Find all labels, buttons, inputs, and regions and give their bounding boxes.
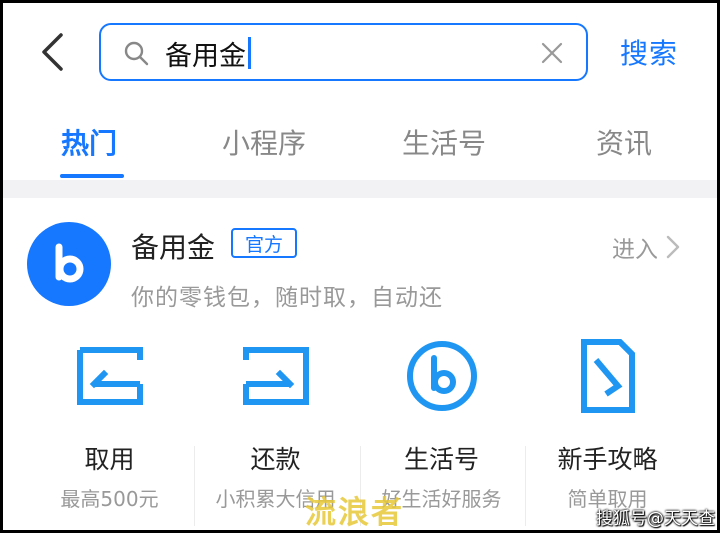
search-bar[interactable]: 备用金 — [99, 23, 588, 81]
service-label: 生活号 — [403, 445, 479, 474]
search-header: 备用金 搜索 — [0, 0, 720, 104]
official-badge: 官方 — [231, 228, 297, 258]
result-tabs: 热门 小程序 生活号 资讯 — [0, 108, 720, 180]
service-label: 新手攻略 — [557, 445, 658, 474]
search-input[interactable]: 备用金 — [165, 33, 525, 73]
tab-mini-programs[interactable]: 小程序 — [222, 122, 306, 162]
tab-news[interactable]: 资讯 — [596, 122, 652, 162]
tab-hot[interactable]: 热门 — [61, 122, 117, 162]
b-logo-icon — [55, 243, 84, 283]
search-input-value: 备用金 — [165, 40, 246, 72]
app-name[interactable]: 备用金 — [131, 226, 215, 266]
service-label: 取用 — [84, 445, 135, 474]
active-tab-indicator — [60, 174, 124, 178]
enter-link[interactable]: 进入 — [612, 230, 680, 264]
tab-life-accounts[interactable]: 生活号 — [402, 122, 486, 162]
watermark-text: 流浪者 — [305, 495, 404, 531]
repay-icon — [242, 347, 309, 405]
service-withdraw[interactable]: 取用 最高500元 — [27, 338, 192, 533]
guide-icon — [580, 339, 635, 413]
clear-icon[interactable] — [539, 40, 565, 66]
text-caret — [248, 37, 251, 69]
source-watermark: 搜狐号@天天查 — [596, 509, 715, 529]
life-account-icon — [406, 341, 477, 411]
withdraw-icon — [76, 347, 143, 405]
chevron-left-icon — [42, 33, 63, 71]
search-button[interactable]: 搜索 — [620, 32, 678, 72]
enter-link-label: 进入 — [612, 237, 658, 263]
app-logo[interactable] — [27, 222, 111, 306]
section-divider — [0, 180, 720, 198]
service-subtitle: 最高500元 — [60, 487, 159, 511]
service-label: 还款 — [250, 445, 301, 474]
back-button[interactable] — [30, 28, 74, 76]
chevron-right-icon — [666, 235, 680, 259]
search-icon — [124, 41, 149, 66]
result-card: 备用金 官方 进入 你的零钱包，随时取，自动还 取用 最高500元 还款 小积累… — [0, 198, 720, 533]
app-description: 你的零钱包，随时取，自动还 — [131, 285, 443, 311]
